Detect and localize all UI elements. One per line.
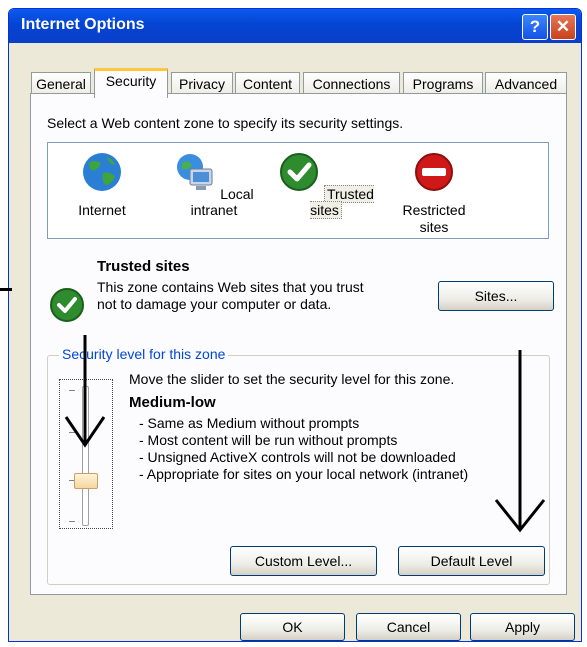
list-item: - Same as Medium without prompts: [139, 415, 360, 431]
slider-instruction: Move the slider to set the security leve…: [129, 371, 455, 387]
security-slider[interactable]: [82, 386, 89, 526]
zone-label: Trusted sites: [310, 185, 374, 219]
window-title: Internet Options: [21, 16, 145, 33]
security-tab-panel: Select a Web content zone to specify its…: [30, 93, 567, 595]
ok-button[interactable]: OK: [240, 613, 345, 641]
security-level-details: - Same as Medium without prompts - Most …: [139, 415, 468, 483]
zone-prompt: Select a Web content zone to specify its…: [47, 115, 404, 131]
tab-content[interactable]: Content: [235, 72, 300, 95]
slider-tick: [69, 521, 75, 522]
zone-trusted-sites[interactable]: Trusted sites: [276, 151, 376, 219]
slider-tick: [69, 390, 75, 391]
monitor-globe-icon: [177, 154, 213, 190]
tab-general[interactable]: General: [31, 72, 91, 95]
zone-label: Internet: [78, 202, 126, 218]
security-level-name: Medium-low: [129, 394, 216, 411]
tab-advanced[interactable]: Advanced: [485, 72, 567, 95]
tab-programs[interactable]: Programs: [403, 72, 483, 95]
globe-icon: [83, 153, 121, 191]
zone-restricted-sites[interactable]: Restricted sites: [386, 151, 482, 236]
tab-security[interactable]: Security: [94, 68, 168, 98]
list-item: - Unsigned ActiveX controls will not be …: [139, 449, 456, 465]
slider-tick: [69, 432, 75, 433]
default-level-button[interactable]: Default Level: [398, 546, 545, 576]
help-button[interactable]: ?: [522, 14, 548, 40]
list-item: - Most content will be run without promp…: [139, 432, 398, 448]
apply-button[interactable]: Apply: [470, 613, 575, 641]
checkmark-icon: [50, 288, 84, 322]
internet-options-dialog: Internet Options ? ✕ General Security Pr…: [8, 8, 582, 642]
cancel-button[interactable]: Cancel: [356, 613, 461, 641]
custom-level-button[interactable]: Custom Level...: [230, 546, 377, 576]
zone-local-intranet[interactable]: Local intranet: [160, 151, 268, 218]
list-item: - Appropriate for sites on your local ne…: [139, 466, 469, 482]
no-entry-icon: [415, 153, 453, 191]
checkmark-icon: [280, 153, 319, 191]
sites-button[interactable]: Sites...: [438, 281, 554, 311]
zone-heading: Trusted sites: [97, 258, 190, 275]
zone-list: Internet Local intranet Trusted sites Re…: [47, 142, 549, 239]
tab-privacy[interactable]: Privacy: [171, 72, 233, 95]
zone-description: This zone contains Web sites that you tr…: [97, 279, 364, 312]
tab-connections[interactable]: Connections: [303, 72, 400, 95]
slider-thumb[interactable]: [74, 473, 98, 489]
title-bar[interactable]: Internet Options ? ✕: [9, 9, 581, 43]
zone-label: Restricted sites: [402, 202, 466, 235]
close-button[interactable]: ✕: [550, 14, 576, 40]
security-level-legend: Security level for this zone: [59, 346, 229, 362]
zone-internet[interactable]: Internet: [62, 151, 142, 218]
